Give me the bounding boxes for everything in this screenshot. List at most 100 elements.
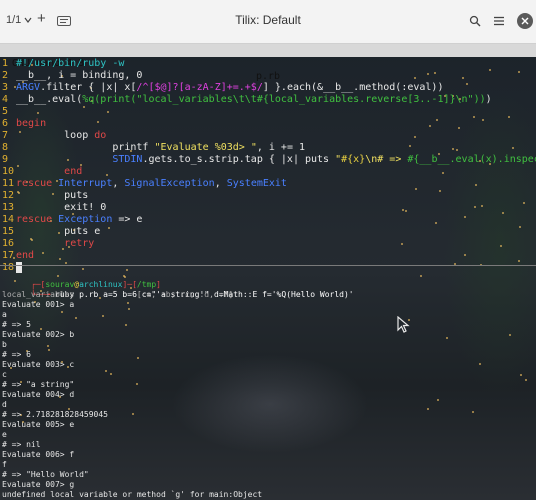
- code-text: #!/usr/bin/ruby -w: [16, 58, 124, 70]
- nano-title-bar: GNU nano 4.3 p.rb: [0, 44, 536, 82]
- line-number: 3: [2, 82, 9, 93]
- background-light: [414, 136, 416, 138]
- code-token: %q(print("local_variables\t\t#{local_var…: [82, 94, 486, 105]
- background-light: [405, 210, 407, 212]
- shell-output-line: # => "a string": [2, 380, 75, 389]
- background-light: [75, 317, 77, 319]
- background-light: [105, 370, 107, 372]
- background-light: [464, 216, 466, 218]
- code-token: loop: [16, 130, 95, 141]
- background-light: [512, 147, 514, 149]
- background-light: [401, 243, 403, 245]
- line-number: 6: [2, 118, 9, 129]
- window-title: Tilix: Default: [235, 13, 301, 27]
- background-light: [106, 174, 108, 176]
- background-light: [420, 275, 422, 277]
- code-token: puts e: [16, 226, 101, 237]
- shell-output-line: Evaluate 005> e: [2, 420, 75, 429]
- code-token: STDIN: [112, 154, 143, 165]
- code-token: ,: [214, 178, 227, 189]
- background-light: [437, 399, 439, 401]
- line-number: 16: [2, 238, 15, 249]
- background-light: [59, 258, 61, 260]
- pane-divider[interactable]: [0, 265, 536, 266]
- code-token: SignalException: [124, 178, 215, 189]
- shell-output-line: local_variables [:a, :b, :c, :d, :f]: [2, 290, 234, 299]
- code-token: Exception: [58, 214, 113, 225]
- shell-output-line: f: [2, 460, 7, 469]
- shell-output-line: Evaluate 001> a: [2, 300, 75, 309]
- menu-icon[interactable]: [493, 15, 505, 27]
- background-light: [427, 408, 429, 410]
- line-number: 17: [2, 250, 15, 261]
- line-number: 1: [2, 58, 9, 69]
- line-number: 9: [2, 154, 9, 165]
- code-token: __b__, i = binding, 0: [16, 70, 143, 81]
- code-text: rescue Interrupt, SignalException, Syste…: [16, 178, 287, 190]
- shell-output-line: a: [2, 310, 7, 319]
- background-light: [518, 260, 520, 262]
- background-light: [464, 254, 466, 256]
- code-token: rescue: [16, 178, 59, 189]
- line-number: 13: [2, 202, 15, 213]
- code-token: SystemExit: [226, 178, 287, 189]
- background-light: [519, 226, 521, 228]
- background-light: [47, 345, 49, 347]
- background-light: [65, 262, 67, 264]
- background-light: [456, 149, 458, 151]
- background-light: [435, 222, 437, 224]
- shell-output-line: Evaluate 003> c: [2, 360, 75, 369]
- line-number: 4: [2, 94, 9, 105]
- code-token: rescue: [16, 214, 59, 225]
- code-token: exit! 0: [16, 202, 107, 213]
- background-light: [439, 190, 441, 192]
- shell-output-line: undefined local variable or method `g' f…: [2, 490, 263, 499]
- shell-output-line: b: [2, 340, 7, 349]
- code-text: loop do: [16, 130, 106, 142]
- code-token: __b__.eval(: [16, 94, 83, 105]
- code-token: printf: [16, 142, 155, 153]
- code-token: ,: [112, 178, 125, 189]
- background-light: [429, 125, 431, 127]
- background-light: [482, 119, 484, 121]
- background-light: [508, 116, 510, 118]
- code-token: ): [485, 94, 492, 105]
- background-light: [452, 148, 454, 150]
- background-light: [475, 184, 477, 186]
- code-text: begin: [16, 118, 46, 130]
- code-text: STDIN.gets.to_s.strip.tap { |x| puts "#{…: [16, 154, 536, 166]
- code-token: end: [16, 250, 35, 261]
- shell-output-line: # => nil: [2, 440, 41, 449]
- background-light: [61, 311, 63, 313]
- background-light: [500, 245, 502, 247]
- code-token: Interrupt: [58, 178, 113, 189]
- code-text: puts e: [16, 226, 100, 238]
- code-token: /^[$@]?[a-zA-Z]+=.+$/: [136, 82, 263, 93]
- background-light: [107, 111, 109, 113]
- title-bar: 1/1 + Tilix: Default: [0, 0, 536, 44]
- code-token: begin: [16, 118, 47, 129]
- code-token: #{__b__.eval(x).inspect}: [407, 154, 536, 165]
- search-icon[interactable]: [469, 15, 481, 27]
- close-icon[interactable]: [516, 12, 534, 30]
- background-light: [509, 334, 511, 336]
- line-number: 14: [2, 214, 15, 225]
- shell-output-line: Evaluate 007> g: [2, 480, 75, 489]
- background-light: [402, 209, 404, 211]
- line-number: 2: [2, 70, 9, 81]
- code-token: .gets.to_s.strip.tap { |x| puts: [142, 154, 336, 165]
- terminal-area[interactable]: GNU nano 4.3 p.rb 1 #!/usr/bin/ruby -w 2 __…: [0, 44, 536, 500]
- background-light: [136, 383, 138, 385]
- shell-prompt: ┌─[sourav@archlinux]─[/tmp]: [2, 270, 161, 289]
- code-text: end: [16, 250, 34, 262]
- code-text: retry: [16, 238, 94, 250]
- background-light: [479, 363, 481, 365]
- background-light: [110, 373, 112, 375]
- code-text: ARGV.filter { |x| x[/^[$@]?[a-zA-Z]+=.+$…: [16, 82, 443, 94]
- code-token: end: [64, 166, 83, 177]
- background-light: [436, 119, 438, 121]
- code-token: , i += 1: [256, 142, 306, 153]
- code-token: \n# =>: [365, 154, 408, 165]
- code-token: .filter { |x| x[: [40, 82, 137, 93]
